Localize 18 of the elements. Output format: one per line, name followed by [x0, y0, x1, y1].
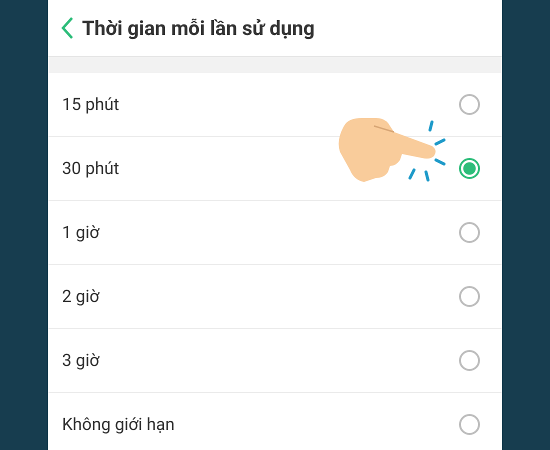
radio-button[interactable]	[459, 350, 480, 371]
option-label: 2 giờ	[62, 286, 100, 306]
radio-button[interactable]	[459, 286, 480, 307]
option-row[interactable]: Không giới hạn	[48, 393, 502, 450]
option-label: 15 phút	[62, 94, 120, 114]
option-row[interactable]: 2 giờ	[48, 265, 502, 329]
option-label: Không giới hạn	[62, 414, 175, 434]
option-label: 30 phút	[62, 158, 120, 178]
option-row[interactable]: 3 giờ	[48, 329, 502, 393]
back-icon[interactable]	[60, 16, 74, 40]
radio-button[interactable]	[459, 158, 480, 179]
option-row[interactable]: 1 giờ	[48, 201, 502, 265]
option-label: 3 giờ	[62, 350, 100, 370]
screen-title: Thời gian mỗi lần sử dụng	[82, 16, 315, 40]
radio-button[interactable]	[459, 94, 480, 115]
option-label: 1 giờ	[62, 222, 100, 242]
radio-button[interactable]	[459, 222, 480, 243]
radio-button[interactable]	[459, 414, 480, 435]
